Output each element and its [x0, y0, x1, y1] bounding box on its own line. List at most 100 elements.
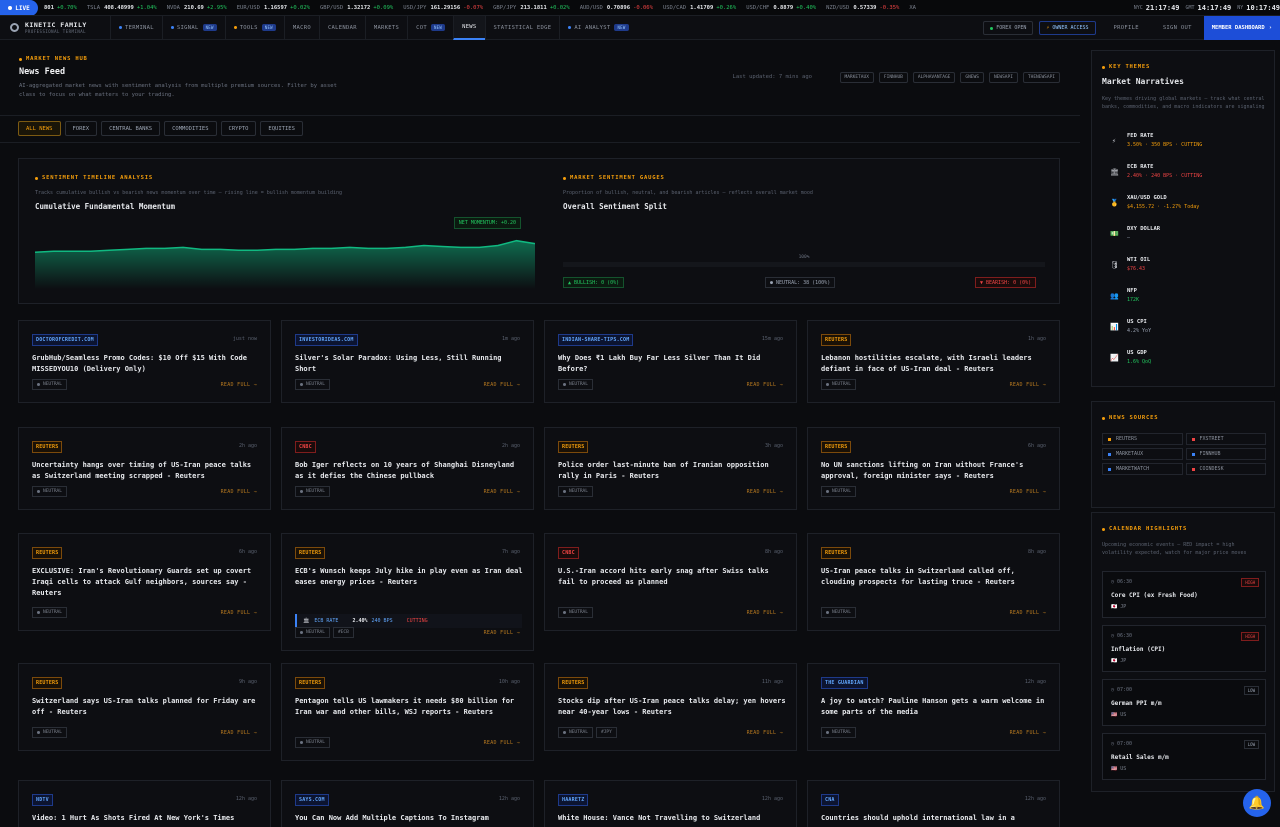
news-source-item[interactable]: FXSTREET	[1185, 433, 1266, 445]
filter-tab-equities[interactable]: EQUITIES	[260, 121, 303, 136]
read-full-link[interactable]: READ FULL →	[221, 382, 257, 388]
ticker-item[interactable]: USD/CAD 1.41709 +0.26%	[663, 5, 736, 11]
theme-item[interactable]: 🛢 WTI OIL $76.43	[1110, 257, 1150, 272]
news-card[interactable]: REUTERS 3h ago Police order last-minute ba…	[544, 427, 797, 510]
news-headline[interactable]: Why Does ₹1 Lakh Buy Far Less Silver Tha…	[558, 353, 786, 375]
ticker-item[interactable]: 801 +0.70%	[40, 5, 77, 11]
news-headline[interactable]: You Can Now Add Multiple Captions To Ins…	[295, 813, 523, 824]
news-card[interactable]: REUTERS 6h ago EXCLUSIVE: Iran's Revolutio…	[18, 533, 271, 631]
ticker-item[interactable]: EUR/USD 1.16597 +0.02%	[237, 5, 310, 11]
nav-tab-terminal[interactable]: TERMINAL	[110, 15, 162, 40]
calendar-event[interactable]: ◷ 06:30 HIGH Core CPI (ex Fresh Food) 🇯🇵 JP	[1102, 571, 1266, 618]
read-full-link[interactable]: READ FULL →	[221, 489, 257, 495]
ticker-item[interactable]: TSLA 408.48999 +1.04%	[87, 5, 157, 11]
theme-item[interactable]: ⚡ FED RATE 3.50% · 350 BPS · CUTTING	[1110, 133, 1202, 148]
theme-item[interactable]: 🥇 XAU/USD GOLD $4,155.72 · -1.27% Today	[1110, 195, 1199, 210]
news-card[interactable]: REUTERS 7h ago ECB's Wunsch keeps July hik…	[281, 533, 534, 651]
news-headline[interactable]: EXCLUSIVE: Iran's Revolutionary Guards s…	[32, 566, 260, 599]
calendar-event[interactable]: ◷ 07:00 LOW Retail Sales m/m 🇺🇸 US	[1102, 733, 1266, 780]
read-full-link[interactable]: READ FULL →	[747, 730, 783, 736]
news-headline[interactable]: ECB's Wunsch keeps July hike in play eve…	[295, 566, 523, 588]
read-full-link[interactable]: READ FULL →	[1010, 610, 1046, 616]
read-full-link[interactable]: READ FULL →	[747, 489, 783, 495]
nav-tab-news[interactable]: NEWS	[453, 15, 485, 40]
ticker-item[interactable]: GBP/USD 1.32172 +0.09%	[320, 5, 393, 11]
nav-tab-calendar[interactable]: CALENDAR	[318, 15, 365, 40]
read-full-link[interactable]: READ FULL →	[484, 489, 520, 495]
brand[interactable]: KINETIC FAMILY PROFESSIONAL TERMINAL	[0, 21, 110, 34]
nav-tab-ai-analyst[interactable]: AI ANALYST NEW	[559, 15, 636, 40]
nav-tab-signal[interactable]: SIGNAL NEW	[161, 15, 225, 40]
calendar-event[interactable]: ◷ 07:00 LOW German PPI m/m 🇺🇸 US	[1102, 679, 1266, 726]
filter-tab-all-news[interactable]: ALL NEWS	[18, 121, 61, 136]
news-headline[interactable]: White House: Vance Not Travelling to Swi…	[558, 813, 786, 824]
news-headline[interactable]: Uncertainty hangs over timing of US-Iran…	[32, 460, 260, 482]
owner-access-button[interactable]: ⚡ OWNER ACCESS	[1039, 21, 1096, 35]
notifications-button[interactable]: 🔔	[1243, 789, 1271, 817]
read-full-link[interactable]: READ FULL →	[747, 382, 783, 388]
theme-item[interactable]: 👥 NFP 172K	[1110, 288, 1139, 303]
news-card[interactable]: REUTERS 1h ago Lebanon hostilities escalat…	[807, 320, 1060, 403]
theme-item[interactable]: 📊 US CPI 4.2% YoY	[1110, 319, 1151, 334]
news-headline[interactable]: Police order last-minute ban of Iranian …	[558, 460, 786, 482]
news-headline[interactable]: U.S.-Iran accord hits early snag after S…	[558, 566, 786, 588]
nav-tab-markets[interactable]: MARKETS	[364, 15, 407, 40]
theme-item[interactable]: 💵 DXY DOLLAR —	[1110, 226, 1160, 241]
news-headline[interactable]: No UN sanctions lifting on Iran without …	[821, 460, 1049, 482]
news-headline[interactable]: Lebanon hostilities escalate, with Israe…	[821, 353, 1049, 375]
news-source-item[interactable]: REUTERS	[1102, 433, 1183, 445]
nav-tab-tools[interactable]: TOOLS NEW	[224, 15, 284, 40]
read-full-link[interactable]: READ FULL →	[484, 630, 520, 636]
news-card[interactable]: REUTERS 10h ago Pentagon tells US lawmaker…	[281, 663, 534, 761]
news-headline[interactable]: Switzerland says US-Iran talks planned f…	[32, 696, 260, 718]
nav-tab-cot[interactable]: COT NEW	[407, 15, 453, 40]
read-full-link[interactable]: READ FULL →	[221, 610, 257, 616]
news-card[interactable]: REUTERS 6h ago No UN sanctions lifting on …	[807, 427, 1060, 510]
filter-tab-commodities[interactable]: COMMODITIES	[164, 121, 217, 136]
read-full-link[interactable]: READ FULL →	[484, 382, 520, 388]
news-headline[interactable]: A joy to watch? Pauline Hanson gets a wa…	[821, 696, 1049, 718]
news-source-item[interactable]: MARKETAUX	[1102, 448, 1183, 460]
news-card[interactable]: INVESTORIDEAS.COM 1m ago Silver's Solar Pa…	[281, 320, 534, 403]
news-card[interactable]: THE GUARDIAN 12h ago A joy to watch? Pauli…	[807, 663, 1060, 751]
member-dashboard-button[interactable]: MEMBER DASHBOARD ›	[1203, 16, 1280, 40]
read-full-link[interactable]: READ FULL →	[1010, 489, 1046, 495]
ticker-item[interactable]: XA	[909, 5, 923, 11]
ticker-item[interactable]: USD/CHF 0.8879 +0.40%	[746, 5, 816, 11]
news-source-item[interactable]: FINNHUB	[1185, 448, 1266, 460]
ticker-item[interactable]: NVDA 210.69 +2.95%	[167, 5, 227, 11]
news-card[interactable]: SAYS.COM 12h ago You Can Now Add Multiple …	[281, 780, 534, 827]
news-headline[interactable]: GrubHub/Seamless Promo Codes: $10 Off $1…	[32, 353, 260, 375]
news-headline[interactable]: US-Iran peace talks in Switzerland calle…	[821, 566, 1049, 588]
news-source-item[interactable]: MARKETWATCH	[1102, 463, 1183, 475]
nav-tab-statistical-edge[interactable]: STATISTICAL EDGE	[484, 15, 560, 40]
nav-tab-macro[interactable]: MACRO	[283, 15, 319, 40]
news-card[interactable]: DOCTOROFCREDIT.COM just now GrubHub/Seamle…	[18, 320, 271, 403]
read-full-link[interactable]: READ FULL →	[484, 740, 520, 746]
read-full-link[interactable]: READ FULL →	[1010, 382, 1046, 388]
filter-tab-central-banks[interactable]: CENTRAL BANKS	[101, 121, 161, 136]
theme-item[interactable]: 📈 US GDP 1.6% QoQ	[1110, 350, 1151, 365]
sign-out-link[interactable]: SIGN OUT	[1151, 25, 1204, 31]
news-card[interactable]: HAARETZ 12h ago White House: Vance Not Tra…	[544, 780, 797, 827]
calendar-event[interactable]: ◷ 06:30 HIGH Inflation (CPI) 🇯🇵 JP	[1102, 625, 1266, 672]
news-source-item[interactable]: COINDESK	[1185, 463, 1266, 475]
news-headline[interactable]: Bob Iger reflects on 10 years of Shangha…	[295, 460, 523, 482]
news-card[interactable]: INDIAN-SHARE-TIPS.COM 15m ago Why Does ₹1 …	[544, 320, 797, 403]
news-card[interactable]: REUTERS 8h ago US-Iran peace talks in Swit…	[807, 533, 1060, 631]
news-card[interactable]: NDTV 12h ago Video: 1 Hurt As Shots Fired …	[18, 780, 271, 827]
news-card[interactable]: REUTERS 2h ago Uncertainty hangs over timi…	[18, 427, 271, 510]
ticker-item[interactable]: NZD/USD 0.57339 -0.35%	[826, 5, 899, 11]
news-headline[interactable]: Countries should uphold international la…	[821, 813, 1049, 824]
news-card[interactable]: REUTERS 11h ago Stocks dip after US-Iran p…	[544, 663, 797, 751]
news-headline[interactable]: Pentagon tells US lawmakers it needs $80…	[295, 696, 523, 718]
news-headline[interactable]: Video: 1 Hurt As Shots Fired At New York…	[32, 813, 260, 824]
news-card[interactable]: CNA 12h ago Countries should uphold intern…	[807, 780, 1060, 827]
ticker-item[interactable]: USD/JPY 161.29156 -0.07%	[403, 5, 483, 11]
filter-tab-forex[interactable]: FOREX	[64, 121, 98, 136]
read-full-link[interactable]: READ FULL →	[1010, 730, 1046, 736]
theme-item[interactable]: 🏛 ECB RATE 2.40% · 240 BPS · CUTTING	[1110, 164, 1202, 179]
news-card[interactable]: REUTERS 9h ago Switzerland says US-Iran ta…	[18, 663, 271, 751]
ticker-item[interactable]: GBP/JPY 213.1811 +0.02%	[493, 5, 570, 11]
news-headline[interactable]: Silver's Solar Paradox: Using Less, Stil…	[295, 353, 523, 375]
